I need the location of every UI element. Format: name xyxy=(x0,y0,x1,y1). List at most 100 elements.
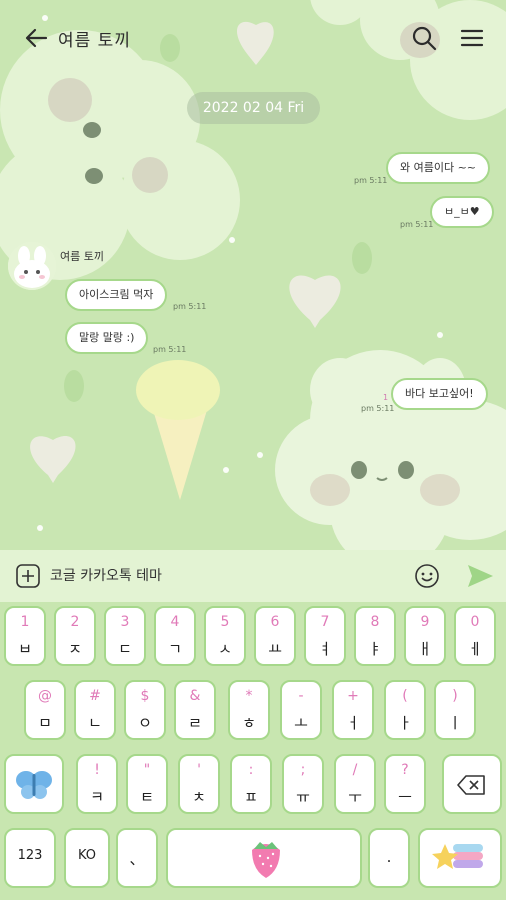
key-label: ㅈ xyxy=(68,640,82,658)
key-label: ㅋ xyxy=(90,788,104,806)
key-yeo[interactable]: 7ㅕ xyxy=(304,606,346,666)
date-divider: 2022 02 04 Fri xyxy=(187,92,320,124)
key-e[interactable]: 0ㅔ xyxy=(454,606,496,666)
key-sub-label: ( xyxy=(402,688,408,704)
sent-message-bubble[interactable]: ㅂ_ㅂ♥ xyxy=(430,196,494,228)
backspace-key[interactable] xyxy=(442,754,502,814)
key-label: ㅊ xyxy=(192,788,206,806)
key-label: ㄹ xyxy=(188,714,202,732)
key-label: ㅕ xyxy=(318,640,332,658)
key-eu[interactable]: ? ㅡ xyxy=(384,754,426,814)
send-icon[interactable] xyxy=(466,563,494,589)
key-label: ㄱ xyxy=(168,640,182,658)
key-sub-label: : xyxy=(248,762,254,778)
key-j[interactable]: 2ㅈ xyxy=(54,606,96,666)
key-eo[interactable]: + ㅓ xyxy=(332,680,374,740)
space-key[interactable] xyxy=(166,828,362,888)
key-h[interactable]: * ㅎ xyxy=(228,680,270,740)
key-i[interactable]: ) ㅣ xyxy=(434,680,476,740)
back-arrow-icon[interactable] xyxy=(22,24,50,52)
key-sub-label: 2 xyxy=(70,614,80,630)
sent-message-bubble[interactable]: 바다 보고싶어! xyxy=(391,378,488,410)
key-label: ㅍ xyxy=(244,788,258,806)
key-label: ㅜ xyxy=(348,788,362,806)
period-key[interactable]: . xyxy=(368,828,410,888)
key-label: ㄴ xyxy=(88,714,102,732)
key-sub-label: - xyxy=(298,688,304,704)
key-label: ㅔ xyxy=(468,640,482,658)
sender-name: 여름 토끼 xyxy=(60,250,104,263)
key-s[interactable]: 5ㅅ xyxy=(204,606,246,666)
avatar[interactable] xyxy=(8,242,56,290)
strawberry-icon xyxy=(252,842,280,878)
message-time: pm 5:11 xyxy=(153,345,187,354)
key-sub-label: # xyxy=(89,688,101,704)
key-label: ㅏ xyxy=(398,714,412,732)
message-time: pm 5:11 xyxy=(354,176,388,185)
numbers-key[interactable]: 123 xyxy=(4,828,56,888)
key-label: ㅣ xyxy=(448,714,462,732)
key-label: ㅠ xyxy=(296,788,310,806)
message-input-bar: 코글 카카오톡 테마 xyxy=(0,550,506,602)
message-time: pm 5:11 xyxy=(173,302,207,311)
key-sub-label: 7 xyxy=(320,614,330,630)
key-m[interactable]: @ ㅁ xyxy=(24,680,66,740)
bunny-avatar-icon xyxy=(8,242,56,290)
key-label: 123 xyxy=(17,848,43,863)
received-message-bubble[interactable]: 말랑 말랑 :) xyxy=(65,322,149,354)
key-label: ㅎ xyxy=(242,714,256,732)
received-message-bubble[interactable]: 아이스크림 먹자 xyxy=(65,279,168,311)
search-icon[interactable] xyxy=(410,24,438,52)
key-p[interactable]: :ㅍ xyxy=(230,754,272,814)
key-label: ㅁ xyxy=(38,714,52,732)
chat-title: 여름 토끼 xyxy=(58,31,131,51)
key-sub-label: / xyxy=(352,762,358,778)
key-label: ㅡ xyxy=(398,788,412,806)
message-input[interactable]: 코글 카카오톡 테마 xyxy=(50,565,162,585)
key-label: KO xyxy=(77,848,97,863)
butterfly-icon xyxy=(16,771,52,799)
key-u[interactable]: / ㅜ xyxy=(334,754,376,814)
key-sub-label: + xyxy=(347,688,359,704)
key-sub-label: 1 xyxy=(20,614,30,630)
comma-key[interactable]: 、 xyxy=(116,828,158,888)
menu-icon[interactable] xyxy=(458,24,486,52)
key-ya[interactable]: 8ㅑ xyxy=(354,606,396,666)
key-label: ㅑ xyxy=(368,640,382,658)
key-b[interactable]: 1ㅂ xyxy=(4,606,46,666)
key-a[interactable]: (ㅏ xyxy=(384,680,426,740)
key-yu[interactable]: ; ㅠ xyxy=(282,754,324,814)
key-sub-label: 6 xyxy=(270,614,280,630)
key-ae[interactable]: 9ㅐ xyxy=(404,606,446,666)
key-label: . xyxy=(386,848,392,866)
key-yo[interactable]: 6ㅛ xyxy=(254,606,296,666)
key-sub-label: ' xyxy=(197,762,201,778)
enter-key[interactable] xyxy=(418,828,502,888)
key-label: ㄷ xyxy=(118,640,132,658)
key-sub-label: @ xyxy=(38,688,52,704)
message-time: pm 5:11 xyxy=(361,404,395,413)
key-label: 、 xyxy=(129,850,145,868)
key-ng[interactable]: $ ㅇ xyxy=(124,680,166,740)
emoji-icon[interactable] xyxy=(414,563,440,589)
plus-icon[interactable] xyxy=(16,564,40,588)
shift-key[interactable] xyxy=(4,754,64,814)
key-n[interactable]: # ㄴ xyxy=(74,680,116,740)
key-d[interactable]: 3ㄷ xyxy=(104,606,146,666)
key-g[interactable]: 4ㄱ xyxy=(154,606,196,666)
key-sub-label: $ xyxy=(140,688,150,704)
key-ch[interactable]: ' ㅊ xyxy=(178,754,220,814)
key-sub-label: 3 xyxy=(120,614,130,630)
key-label: ㅂ xyxy=(18,640,32,658)
chat-screen: 여름 토끼 2022 02 04 Fri 와 여름이다 ~~ pm 5:11 ㅂ… xyxy=(0,0,506,900)
sent-message-bubble[interactable]: 와 여름이다 ~~ xyxy=(386,152,491,184)
key-k[interactable]: ! ㅋ xyxy=(76,754,118,814)
key-sub-label: ; xyxy=(300,762,306,778)
key-sub-label: ? xyxy=(401,762,409,778)
key-sub-label: " xyxy=(143,762,151,778)
language-key[interactable]: KO xyxy=(64,828,110,888)
key-t[interactable]: " ㅌ xyxy=(126,754,168,814)
key-label: ㅅ xyxy=(218,640,232,658)
key-o[interactable]: -ㅗ xyxy=(280,680,322,740)
key-r[interactable]: & ㄹ xyxy=(174,680,216,740)
